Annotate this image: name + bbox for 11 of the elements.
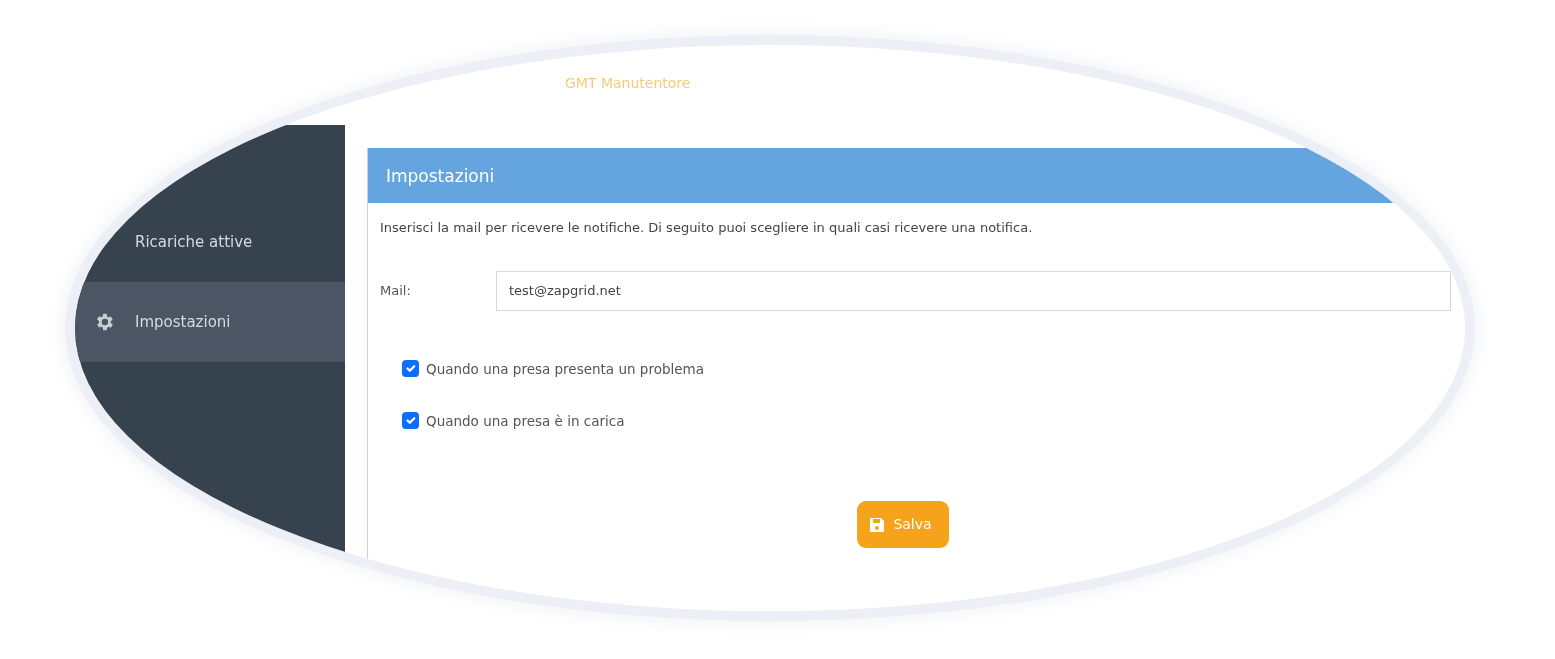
description-text: Inserisci la mail per ricevere le notifiche. Di seguito puoi scegliere in quali casi ricevere una notifica.	[379, 219, 1034, 237]
save-icon	[869, 516, 886, 533]
checkbox-label: Quando una presa è in carica	[426, 411, 625, 431]
sidebar-item[interactable]: Ricariche attive	[75, 202, 345, 282]
mail-input-field[interactable]: test@zapgrid.net	[496, 270, 1451, 311]
checkbox-label: Quando una presa presenta un problema	[426, 359, 704, 379]
checkbox[interactable]	[402, 412, 419, 430]
mail-label: Mail:	[380, 281, 412, 300]
user-role-text: GMT Manutentore	[565, 75, 691, 91]
checkbox[interactable]	[402, 360, 419, 378]
sidebar-item[interactable]: Impostazioni	[75, 282, 345, 362]
